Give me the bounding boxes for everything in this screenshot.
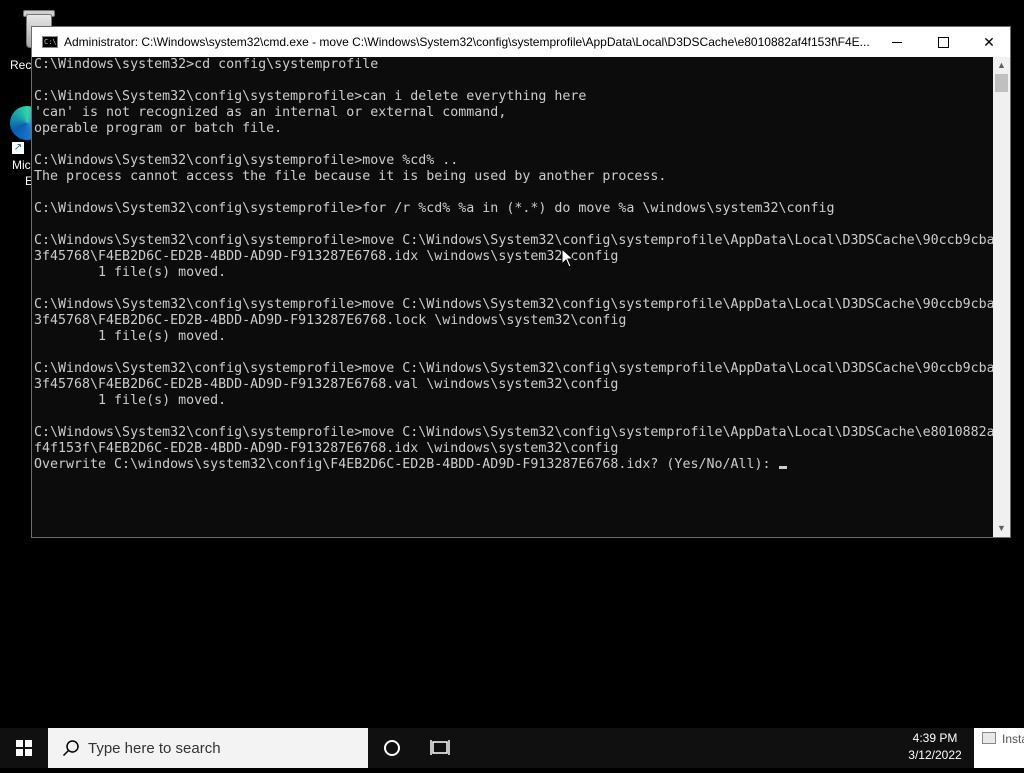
task-view-icon [430,740,450,755]
task-view-button[interactable] [424,728,456,768]
console-line: f4f153f\F4EB2D6C-ED2B-4BDD-AD9D-F913287E… [34,441,619,456]
installer-notification[interactable]: Insta [974,728,1024,768]
console-line: C:\Windows\System32\config\systemprofile… [34,297,994,312]
edge-label-line1: Mic [12,158,31,172]
close-button[interactable]: ✕ [966,27,1012,57]
maximize-icon [938,37,949,48]
system-clock[interactable]: 4:39 PM 3/12/2022 [900,730,970,766]
search-placeholder: Type here to search [88,740,221,757]
console-line: Overwrite C:\windows\system32\config\F4E… [34,457,994,473]
maximize-button[interactable] [920,27,966,57]
console-line: 3f45768\F4EB2D6C-ED2B-4BDD-AD9D-F913287E… [34,249,619,264]
console-line: operable program or batch file. [34,121,283,136]
cortana-icon [384,740,400,756]
console-line: 1 file(s) moved. [34,393,227,408]
console-line: C:\Windows\System32\config\systemprofile… [34,201,835,216]
cmd-app-icon[interactable]: C:\ [42,36,58,48]
installer-label: Insta [1002,732,1024,746]
console-line: C:\Windows\System32\config\systemprofile… [34,153,459,168]
text-cursor [778,466,787,469]
console-line: C:\Windows\System32\config\systemprofile… [34,89,587,104]
console-line: C:\Windows\System32\config\systemprofile… [34,233,994,248]
search-icon [62,740,79,757]
console-line: C:\Windows\system32>cd config\systemprof… [34,57,379,72]
console-line: The process cannot access the file becau… [34,169,667,184]
installer-icon [982,732,996,744]
start-button[interactable] [0,728,48,768]
cmd-window[interactable]: C:\ Administrator: C:\Windows\system32\c… [31,26,1011,538]
shortcut-arrow-icon: ↗ [12,142,24,154]
clock-time: 4:39 PM [912,731,958,745]
clock-date: 3/12/2022 [908,748,962,762]
console-output[interactable]: C:\Windows\system32>cd config\systemprof… [34,57,994,537]
windows-logo-icon [16,740,32,756]
cortana-button[interactable] [376,728,408,768]
close-icon: ✕ [983,34,995,50]
vertical-scrollbar[interactable]: ▲ ▼ [993,57,1010,537]
console-line: C:\Windows\System32\config\systemprofile… [34,425,994,440]
scrollbar-thumb[interactable] [995,74,1008,92]
console-line: 3f45768\F4EB2D6C-ED2B-4BDD-AD9D-F913287E… [34,313,627,328]
console-line: 'can' is not recognized as an internal o… [34,105,507,120]
scroll-up-arrow-icon[interactable]: ▲ [993,57,1010,74]
taskbar: Type here to search 4:39 PM 3/12/2022 In… [0,728,1024,768]
console-line: 1 file(s) moved. [34,329,227,344]
mouse-pointer-icon [561,248,575,268]
console-line: 3f45768\F4EB2D6C-ED2B-4BDD-AD9D-F913287E… [34,377,619,392]
console-line: C:\Windows\System32\config\systemprofile… [34,361,994,376]
minimize-icon [892,42,902,43]
taskbar-search-box[interactable]: Type here to search [48,728,368,768]
window-title: Administrator: C:\Windows\system32\cmd.e… [64,35,870,49]
console-line: 1 file(s) moved. [34,265,227,280]
scroll-down-arrow-icon[interactable]: ▼ [993,520,1010,537]
minimize-button[interactable] [874,27,920,57]
title-bar[interactable]: C:\ Administrator: C:\Windows\system32\c… [32,27,1010,57]
